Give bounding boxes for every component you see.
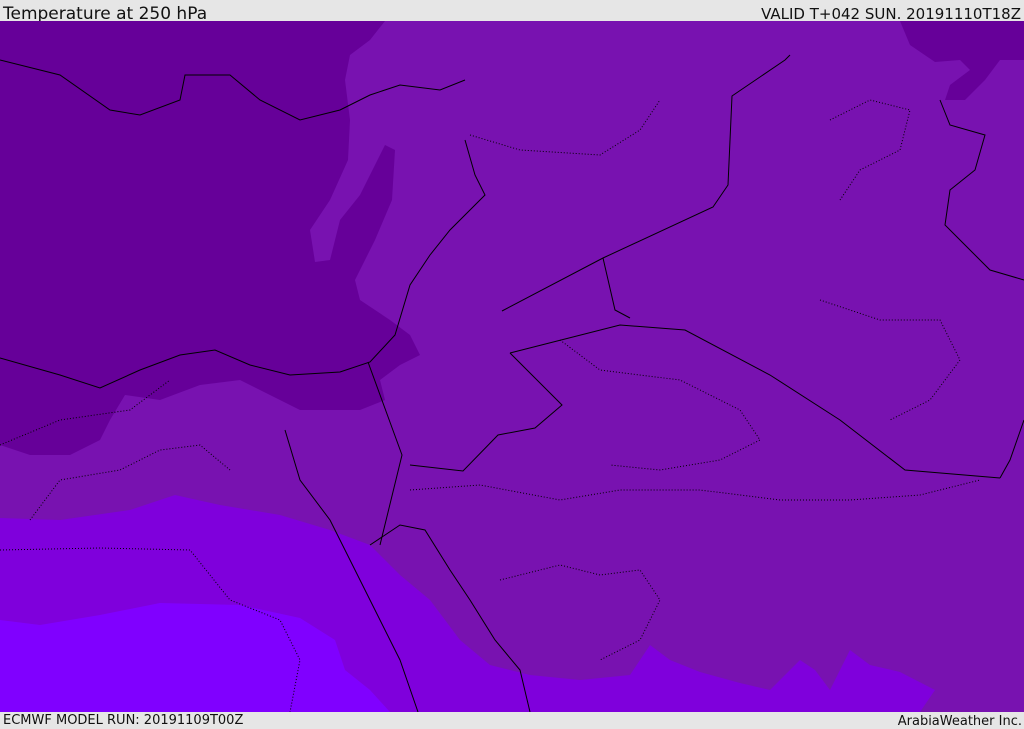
header-bar: Temperature at 250 hPa VALID T+042 SUN. … [0, 0, 1024, 24]
footer-bar: ECMWF MODEL RUN: 20191109T00Z ArabiaWeat… [0, 712, 1024, 729]
brand-credit: ArabiaWeather Inc. [897, 714, 1022, 729]
model-run: ECMWF MODEL RUN: 20191109T00Z [3, 713, 244, 728]
temperature-map [0, 21, 1024, 712]
